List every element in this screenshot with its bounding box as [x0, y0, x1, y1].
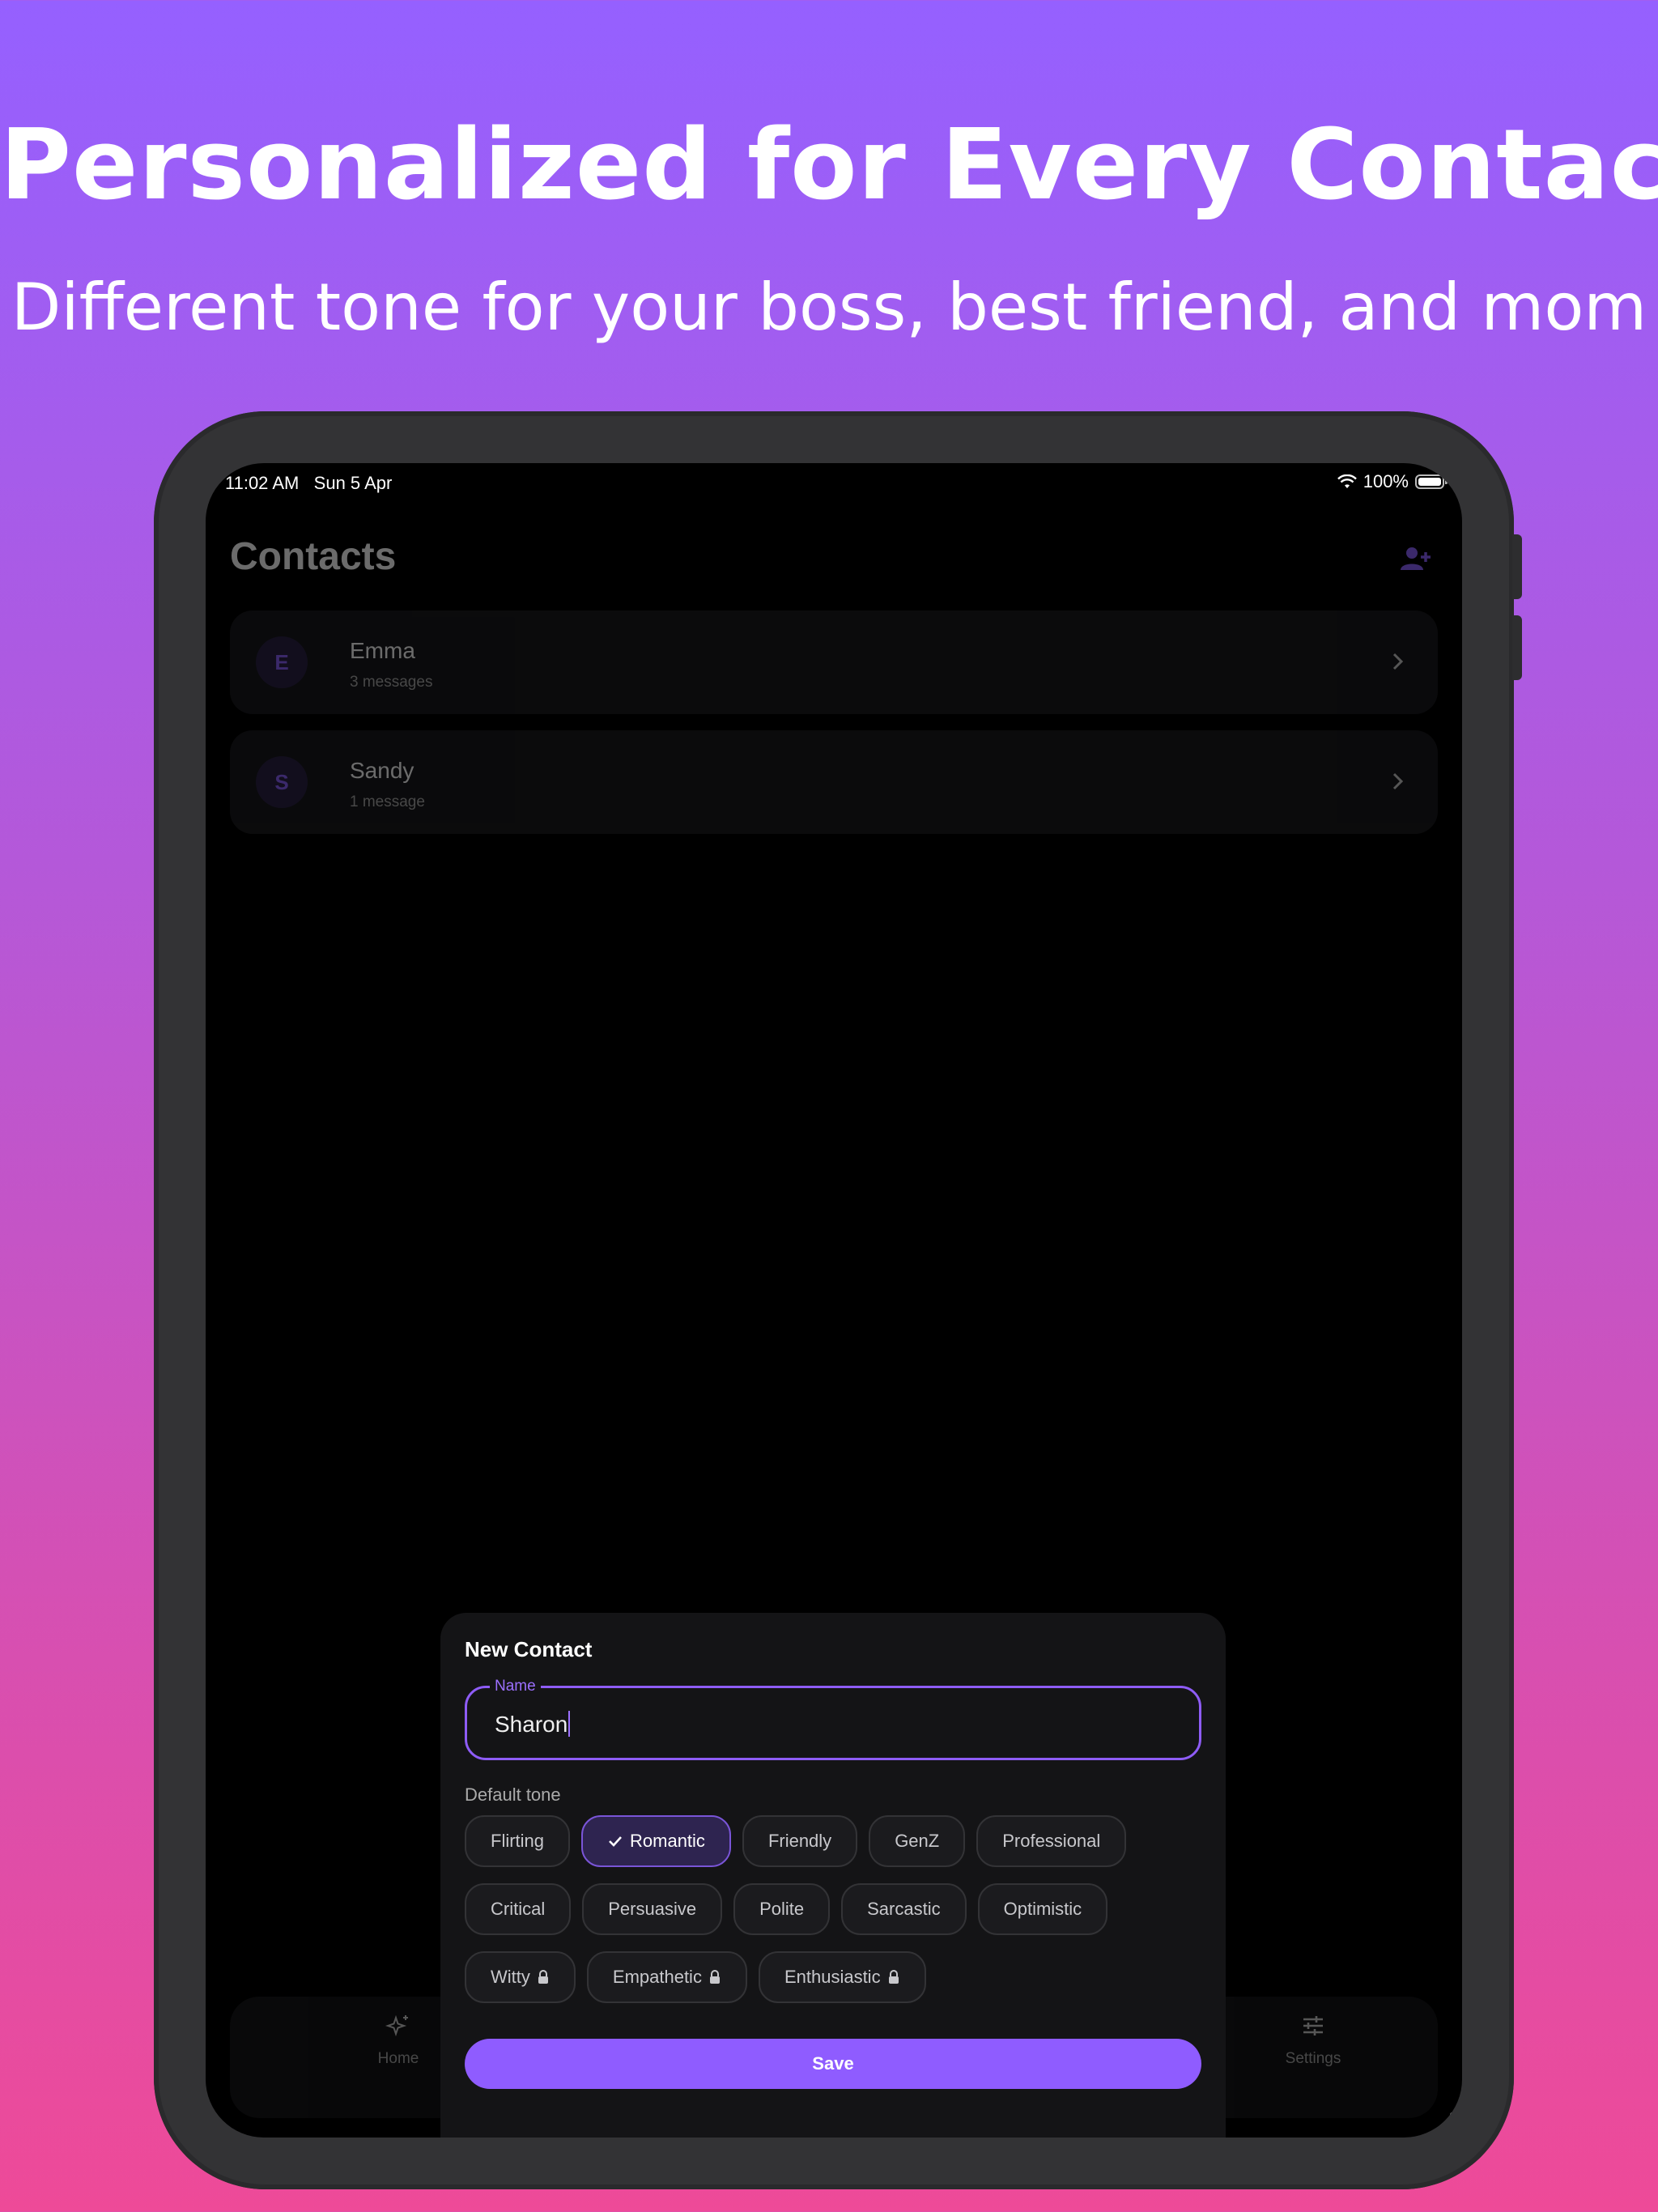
nav-settings[interactable]: Settings [1248, 2013, 1378, 2068]
volume-down-button [1512, 615, 1522, 680]
contact-row-sandy[interactable]: S Sandy 1 message [230, 730, 1438, 834]
add-contact-icon[interactable] [1397, 541, 1433, 576]
tone-chip-witty[interactable]: Witty [465, 1951, 576, 2003]
loading-spinner-icon [1437, 2112, 1454, 2131]
tone-chip-genz[interactable]: GenZ [869, 1815, 966, 1867]
avatar: E [256, 636, 308, 688]
chevron-right-icon [1392, 772, 1404, 790]
name-input-value: Sharon [495, 1712, 568, 1737]
tone-chip-persuasive[interactable]: Persuasive [582, 1883, 723, 1935]
avatar: S [256, 756, 308, 808]
contact-message-count: 1 message [350, 793, 425, 810]
tone-chip-friendly[interactable]: Friendly [742, 1815, 858, 1867]
nav-settings-label: Settings [1285, 2050, 1341, 2067]
text-caret [568, 1711, 571, 1737]
tone-chip-enthusiastic[interactable]: Enthusiastic [758, 1951, 926, 2003]
lock-icon [538, 1970, 548, 1984]
sparkle-icon [385, 2014, 408, 2037]
tone-chip-empathetic[interactable]: Empathetic [586, 1951, 747, 2003]
lock-icon [888, 1970, 899, 1984]
new-contact-sheet: New Contact Name Sharon Default tone Fli… [440, 1613, 1226, 2138]
default-tone-label: Default tone [465, 1784, 561, 1805]
tone-chip-romantic[interactable]: Romantic [581, 1815, 731, 1867]
chevron-right-icon [1392, 653, 1404, 670]
contact-name: Emma [350, 638, 415, 663]
tone-chip-row: Critical Persuasive Polite Sarcastic Opt… [465, 1883, 1108, 1935]
tone-chip-professional[interactable]: Professional [976, 1815, 1127, 1867]
lock-icon [709, 1970, 720, 1984]
check-icon [609, 1836, 622, 1847]
tone-chip-row: Witty Empathetic Enthusiastic [465, 1951, 926, 2003]
sliders-icon [1303, 2016, 1323, 2035]
tone-chip-flirting[interactable]: Flirting [465, 1815, 571, 1867]
tone-chip-optimistic[interactable]: Optimistic [977, 1883, 1108, 1935]
contact-name: Sandy [350, 758, 414, 783]
contact-message-count: 3 messages [350, 674, 433, 691]
promo-title: Personalized for Every Contact [0, 109, 1658, 222]
page-title: Contacts [230, 535, 397, 578]
tone-chip-row: Flirting Romantic Friendly GenZ Professi… [465, 1815, 1127, 1867]
tone-chip-sarcastic[interactable]: Sarcastic [841, 1883, 967, 1935]
nav-home-label: Home [377, 2050, 419, 2067]
save-button[interactable]: Save [465, 2039, 1201, 2089]
name-input[interactable]: Name Sharon [465, 1678, 1201, 1760]
name-field-label: Name [490, 1678, 541, 1695]
promo-subtitle: Different tone for your boss, best frien… [11, 270, 1647, 345]
sheet-title: New Contact [465, 1637, 593, 1661]
tablet-screen: 11:02 AM Sun 5 Apr 100% Contacts E Emma … [206, 463, 1462, 2138]
volume-up-button [1512, 534, 1522, 599]
tone-chip-polite[interactable]: Polite [733, 1883, 831, 1935]
tone-chip-critical[interactable]: Critical [465, 1883, 572, 1935]
contact-row-emma[interactable]: E Emma 3 messages [230, 610, 1438, 714]
